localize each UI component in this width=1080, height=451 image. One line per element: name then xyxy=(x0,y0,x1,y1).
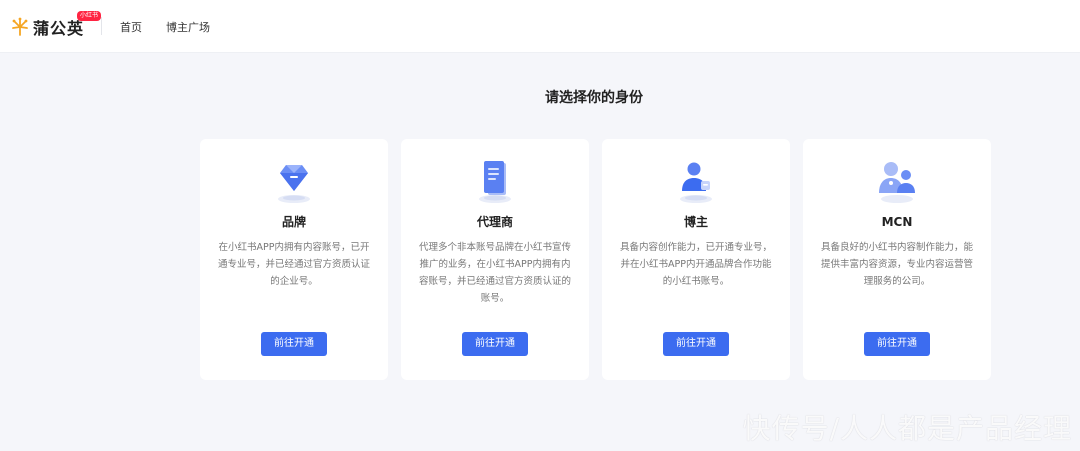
nav-item-home[interactable]: 首页 xyxy=(120,19,142,35)
top-header: 蒲公英 小红书 首页 博主广场 xyxy=(0,0,1080,53)
logo-badge: 小红书 xyxy=(77,11,102,21)
card-description: 具备良好的小红书内容制作能力，能提供丰富内容资源，专业内容运营管理服务的公司。 xyxy=(820,242,973,287)
card-title: 博主 xyxy=(683,215,708,229)
header-divider xyxy=(101,17,102,35)
open-mcn-button[interactable]: 前往开通 xyxy=(864,332,930,356)
group-icon xyxy=(879,162,915,203)
open-brand-button[interactable]: 前往开通 xyxy=(261,332,327,356)
card-title: 代理商 xyxy=(476,215,513,229)
open-blogger-button[interactable]: 前往开通 xyxy=(663,332,729,356)
identity-card-agency: 代理商 代理多个非本账号品牌在小红书宣传推广的业务，在小红书APP内拥有内容账号… xyxy=(401,139,589,380)
document-icon xyxy=(479,161,511,203)
diamond-icon xyxy=(278,165,310,203)
logo[interactable]: 蒲公英 小红书 xyxy=(10,11,102,40)
open-agency-button[interactable]: 前往开通 xyxy=(462,332,528,356)
page: 蒲公英 小红书 首页 博主广场 请选择你的身份 品牌 在小红书APP内拥有内容账… xyxy=(0,0,1080,451)
identity-card-mcn: MCN 具备良好的小红书内容制作能力，能提供丰富内容资源，专业内容运营管理服务的… xyxy=(803,139,991,380)
user-icon xyxy=(680,162,712,203)
identity-card-blogger: 博主 具备内容创作能力，已开通专业号，并在小红书APP内开通品牌合作功能的小红书… xyxy=(602,139,790,380)
watermark: 快传号/人人都是产品经理 xyxy=(742,412,1072,445)
card-title: MCN xyxy=(881,215,913,229)
nav-item-blogger-plaza[interactable]: 博主广场 xyxy=(166,19,210,35)
card-description: 代理多个非本账号品牌在小红书宣传推广的业务，在小红书APP内拥有内容账号，并已经… xyxy=(418,242,571,304)
page-title: 请选择你的身份 xyxy=(545,90,643,106)
main-nav: 首页 博主广场 xyxy=(120,0,210,53)
card-description: 在小红书APP内拥有内容账号，已开通专业号，并已经通过官方资质认证的企业号。 xyxy=(217,242,370,287)
card-title: 品牌 xyxy=(281,215,306,229)
identity-cards: 品牌 在小红书APP内拥有内容账号，已开通专业号，并已经通过官方资质认证的企业号… xyxy=(200,139,991,380)
card-description: 具备内容创作能力，已开通专业号，并在小红书APP内开通品牌合作功能的小红书账号。 xyxy=(619,242,772,287)
identity-card-brand: 品牌 在小红书APP内拥有内容账号，已开通专业号，并已经通过官方资质认证的企业号… xyxy=(200,139,388,380)
dandelion-icon xyxy=(12,17,28,36)
